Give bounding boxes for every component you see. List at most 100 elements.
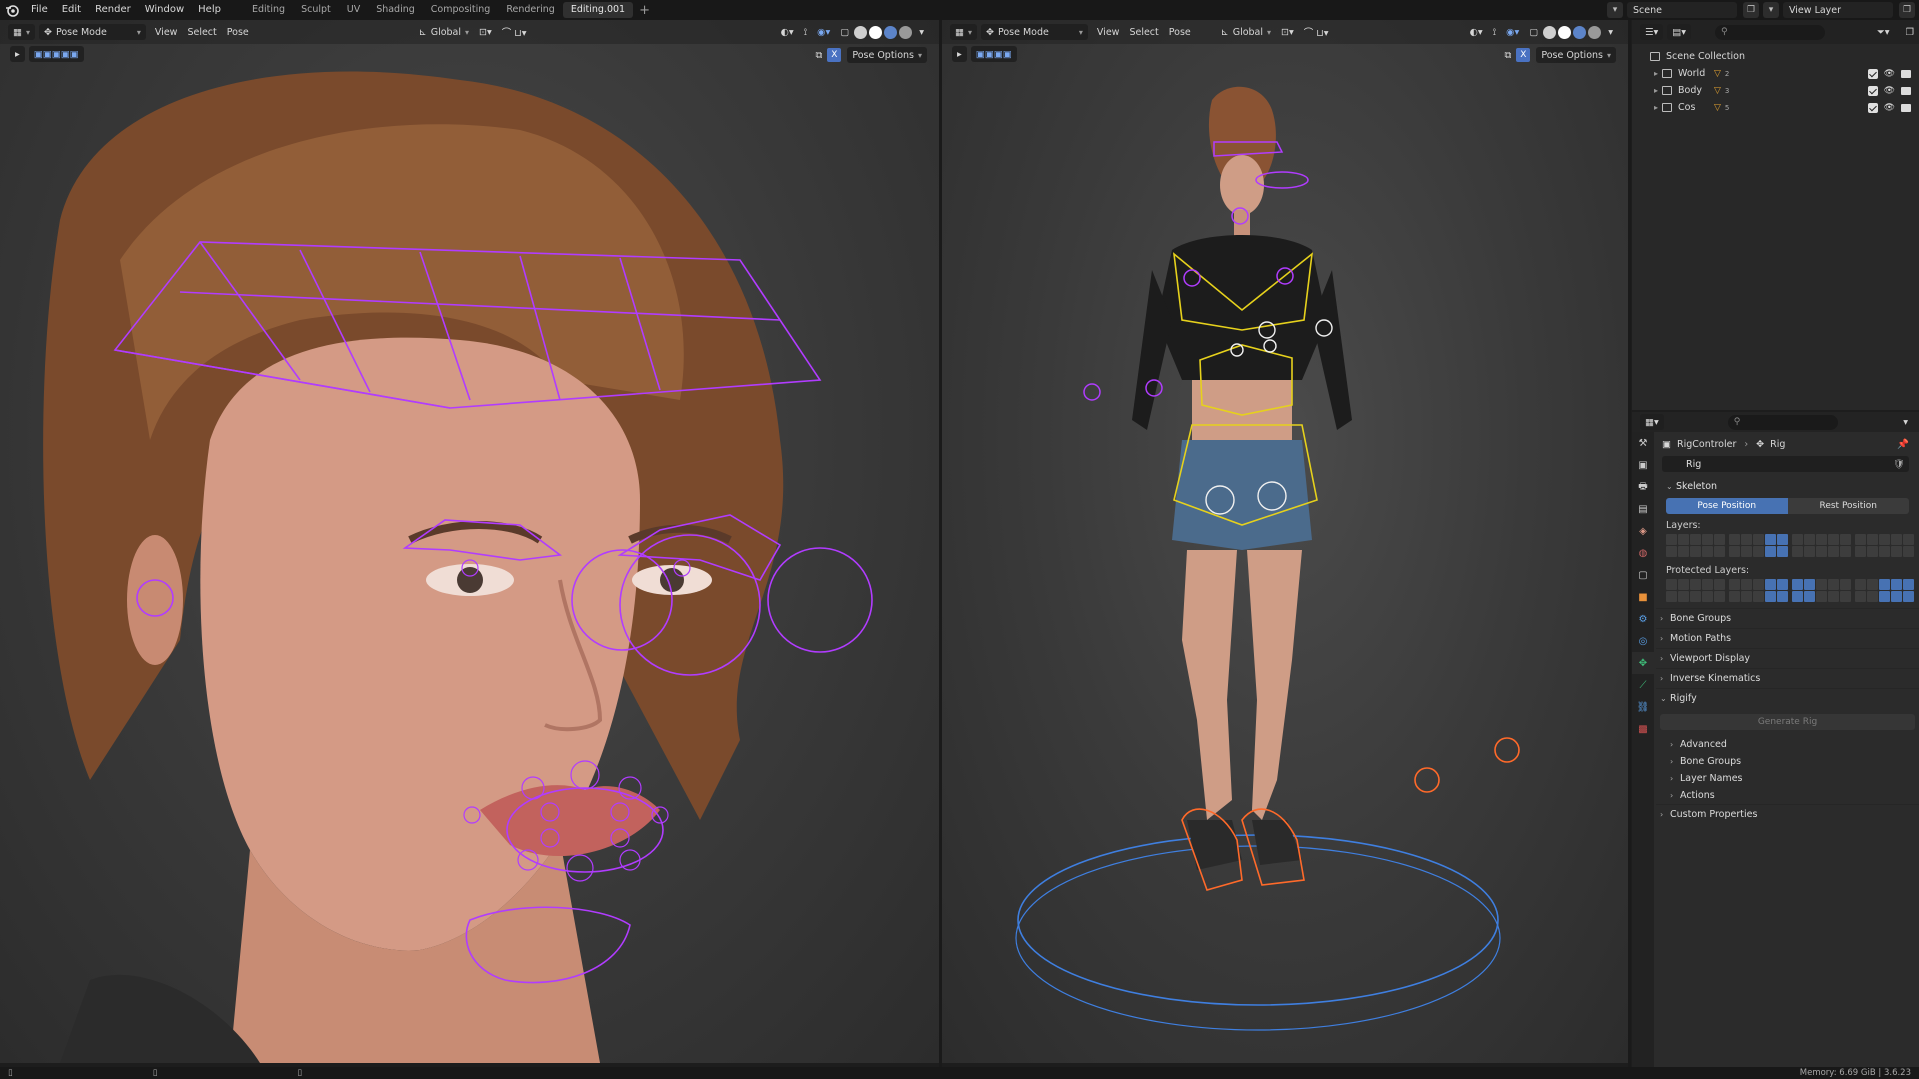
menu-file[interactable]: File — [24, 0, 55, 20]
gizmo-icon-right[interactable]: ⟟ — [1488, 24, 1502, 40]
shading-options-icon-right[interactable]: ▾ — [1603, 24, 1618, 40]
eye-icon[interactable]: 👁 — [1884, 69, 1895, 79]
properties-options-icon[interactable]: ▾ — [1898, 414, 1913, 430]
material-shading-icon-right[interactable] — [1573, 25, 1587, 39]
scene-field[interactable]: Scene — [1627, 2, 1737, 18]
solid-shading-icon[interactable] — [869, 25, 883, 39]
armature-data-tab-icon[interactable]: ✥ — [1632, 652, 1654, 674]
layer-group[interactable] — [1792, 579, 1851, 602]
collection-tab-icon[interactable]: ▢ — [1632, 564, 1654, 586]
menu-select[interactable]: Select — [182, 24, 221, 40]
menu-view-right[interactable]: View — [1092, 24, 1125, 40]
expand-arrow-icon[interactable]: ▸ — [1650, 103, 1662, 112]
outliner-row-cos[interactable]: ▸ Cos ▽ 5 👁 — [1632, 99, 1919, 116]
tab-compositing[interactable]: Compositing — [423, 2, 499, 18]
tool-tab-icon[interactable]: ⚒ — [1632, 432, 1654, 454]
select-mode-icons[interactable]: ▣▣▣▣▣ — [28, 46, 84, 62]
eye-icon[interactable]: 👁 — [1884, 103, 1895, 113]
custom-properties-panel[interactable]: › Custom Properties — [1656, 804, 1919, 824]
material-shading-icon[interactable] — [884, 25, 898, 39]
tab-rendering[interactable]: Rendering — [498, 2, 563, 18]
overlays-icon-right[interactable]: ◉▾ — [1501, 24, 1524, 40]
transform-orientation-dropdown-right[interactable]: ⊾ Global ▾ — [1216, 24, 1276, 40]
editor-type-button-right[interactable]: ▦ ▾ — [950, 24, 977, 40]
scene-icon[interactable]: ▾ — [1607, 2, 1623, 18]
tab-editing[interactable]: Editing — [244, 2, 293, 18]
editor-type-button[interactable]: ▦ ▾ — [8, 24, 35, 40]
mirror-icon-right[interactable]: ⧉ — [1500, 47, 1517, 63]
world-tab-icon[interactable]: ◍ — [1632, 542, 1654, 564]
snap-icon-right[interactable]: ⌒ ⊔▾ — [1299, 24, 1334, 40]
visibility-icon[interactable]: ◐▾ — [776, 24, 799, 40]
mode-dropdown[interactable]: ✥ Pose Mode ▾ — [39, 24, 146, 40]
menu-pose[interactable]: Pose — [222, 24, 254, 40]
motion-paths-panel[interactable]: › Motion Paths — [1656, 628, 1919, 648]
pose-options-dropdown-right[interactable]: Pose Options ▾ — [1536, 47, 1616, 63]
menu-view[interactable]: View — [150, 24, 183, 40]
viewport-right[interactable]: ▦ ▾ ✥ Pose Mode ▾ View Select Pose ⊾ Global ▾… — [942, 20, 1628, 1063]
outliner-row-body[interactable]: ▸ Body ▽ 3 👁 — [1632, 82, 1919, 99]
pivot-icon-right[interactable]: ⊡▾ — [1276, 24, 1299, 40]
rendered-shading-icon-right[interactable] — [1588, 25, 1602, 39]
tab-uv[interactable]: UV — [339, 2, 368, 18]
bone-groups-panel[interactable]: › Bone Groups — [1656, 608, 1919, 628]
rigify-panel-header[interactable]: ⌄ Rigify — [1656, 688, 1919, 708]
exclude-checkbox[interactable] — [1867, 85, 1878, 96]
scene-tab-icon[interactable]: ◈ — [1632, 520, 1654, 542]
solid-shading-icon-right[interactable] — [1558, 25, 1572, 39]
toolbar-toggle-icon-right[interactable]: ▸ — [952, 46, 967, 62]
select-mode-icons-right[interactable]: ▣▣▣▣ — [970, 46, 1017, 62]
transform-orientation-dropdown[interactable]: ⊾ Global ▾ — [414, 24, 474, 40]
skeleton-panel-header[interactable]: ⌄ Skeleton — [1662, 476, 1913, 496]
x-mirror-button-right[interactable]: X — [1516, 48, 1531, 62]
physics-tab-icon[interactable]: ◎ — [1632, 630, 1654, 652]
layer-group[interactable] — [1666, 534, 1725, 557]
pose-options-dropdown[interactable]: Pose Options ▾ — [847, 47, 927, 63]
new-collection-icon[interactable]: ❐ — [1900, 24, 1919, 40]
mirror-icon[interactable]: ⧉ — [811, 47, 828, 63]
toolbar-toggle-icon[interactable]: ▸ — [10, 46, 25, 62]
view-layer-field[interactable]: View Layer — [1783, 2, 1893, 18]
bone-constraint-tab-icon[interactable]: ⛓ — [1632, 696, 1654, 718]
layers-grid[interactable] — [1662, 534, 1914, 557]
mode-dropdown-right[interactable]: ✥ Pose Mode ▾ — [981, 24, 1088, 40]
properties-search[interactable]: ⚲ — [1727, 414, 1838, 430]
xray-icon-right[interactable]: ▢ — [1524, 24, 1543, 40]
pin-icon[interactable]: 📌 — [1897, 439, 1909, 450]
outliner-editor-type[interactable]: ☰▾ — [1640, 24, 1664, 40]
wireframe-shading-icon[interactable] — [854, 25, 868, 39]
filter-icon[interactable]: ⏷▾ — [1872, 24, 1894, 40]
layer-group[interactable] — [1666, 579, 1725, 602]
menu-help[interactable]: Help — [191, 0, 228, 20]
rest-position-button[interactable]: Rest Position — [1787, 498, 1909, 514]
add-workspace-button[interactable]: + — [633, 3, 656, 18]
exclude-checkbox[interactable] — [1867, 102, 1878, 113]
generate-rig-button[interactable]: Generate Rig — [1660, 714, 1915, 730]
texture-tab-icon[interactable]: ▩ — [1632, 718, 1654, 740]
rigify-bone-groups-panel[interactable]: › Bone Groups — [1656, 753, 1919, 770]
layer-group[interactable] — [1729, 534, 1788, 557]
menu-select-right[interactable]: Select — [1124, 24, 1163, 40]
layer-group[interactable] — [1729, 579, 1788, 602]
overlays-icon[interactable]: ◉▾ — [812, 24, 835, 40]
menu-window[interactable]: Window — [138, 0, 191, 20]
view-layer-tab-icon[interactable]: ▤ — [1632, 498, 1654, 520]
outliner-divider[interactable] — [1628, 20, 1631, 1067]
camera-icon[interactable] — [1901, 69, 1911, 78]
blender-logo-icon[interactable] — [0, 0, 24, 20]
display-mode-icon[interactable]: ▤▾ — [1667, 24, 1692, 40]
layer-group[interactable] — [1855, 579, 1914, 602]
armature-name-field[interactable]: Rig 🛡 — [1662, 456, 1909, 472]
x-mirror-button[interactable]: X — [827, 48, 842, 62]
viewport-display-panel[interactable]: › Viewport Display — [1656, 648, 1919, 668]
tab-shading[interactable]: Shading — [368, 2, 423, 18]
shading-options-icon[interactable]: ▾ — [914, 24, 929, 40]
tab-sculpt[interactable]: Sculpt — [293, 2, 339, 18]
wireframe-shading-icon-right[interactable] — [1543, 25, 1557, 39]
new-scene-icon[interactable]: ❐ — [1743, 2, 1759, 18]
scene-collection-row[interactable]: Scene Collection — [1632, 48, 1919, 65]
properties-editor-type[interactable]: ▦▾ — [1640, 414, 1664, 430]
new-view-layer-icon[interactable]: ❐ — [1899, 2, 1915, 18]
expand-arrow-icon[interactable]: ▸ — [1650, 69, 1662, 78]
bone-tab-icon[interactable]: ⟋ — [1632, 674, 1654, 696]
